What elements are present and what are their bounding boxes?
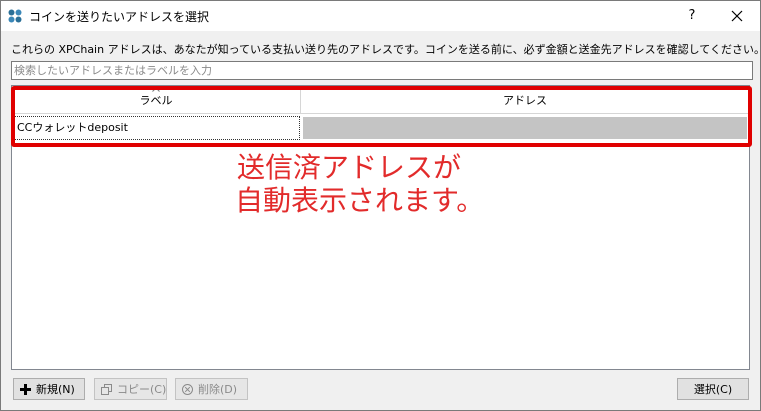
copy-button-label: コピー(C) — [117, 383, 167, 396]
plus-icon — [20, 384, 31, 395]
window-title: コインを送りたいアドレスを選択 — [29, 10, 210, 24]
highlight-annotation-box — [11, 86, 752, 147]
copy-button[interactable]: コピー(C) — [94, 378, 167, 400]
app-logo-icon — [8, 9, 22, 23]
annotation-line-1: 送信済アドレスが — [237, 151, 462, 184]
dialog-description: これらの XPChain アドレスは、あなたが知っている支払い送り先のアドレスで… — [11, 43, 761, 56]
title-bar: コインを送りたいアドレスを選択 ? — [1, 1, 760, 31]
annotation-text: 送信済アドレスが 自動表示されます。 — [235, 151, 484, 217]
delete-icon — [182, 384, 193, 395]
copy-icon — [101, 384, 112, 395]
delete-button[interactable]: 削除(D) — [175, 378, 248, 400]
new-button-label: 新規(N) — [36, 383, 75, 396]
help-button[interactable]: ? — [677, 1, 707, 31]
annotation-line-2: 自動表示されます。 — [235, 184, 485, 217]
address-selection-dialog: コインを送りたいアドレスを選択 ? これらの XPChain アドレスは、あなた… — [0, 0, 761, 411]
delete-button-label: 削除(D) — [198, 383, 238, 396]
choose-button[interactable]: 選択(C) — [677, 378, 749, 400]
close-button[interactable] — [717, 1, 757, 31]
new-button[interactable]: 新規(N) — [13, 378, 85, 400]
search-input[interactable] — [11, 61, 753, 80]
close-icon — [731, 10, 743, 22]
